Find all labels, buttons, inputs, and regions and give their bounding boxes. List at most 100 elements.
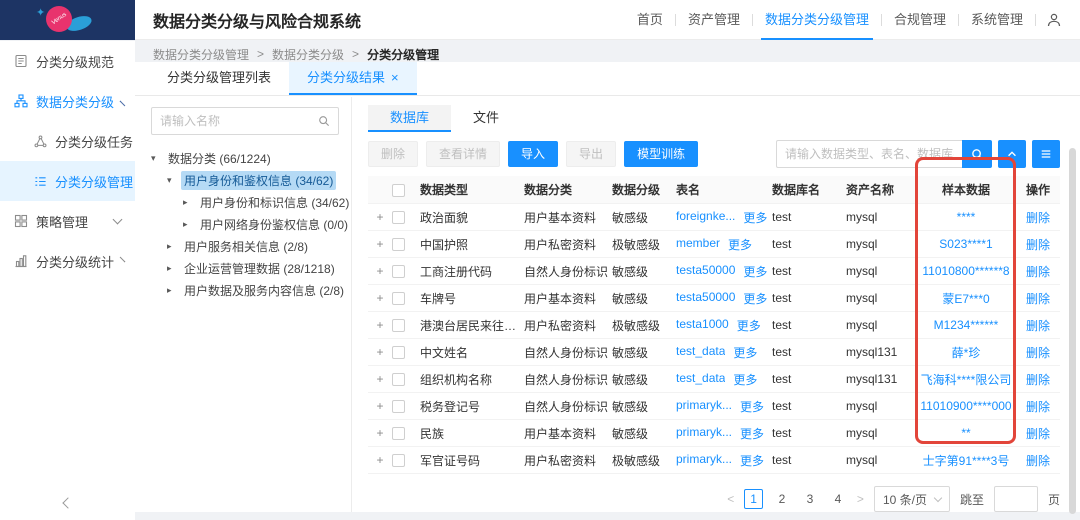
tab-database[interactable]: 数据库 xyxy=(368,105,451,132)
tree-node-selected[interactable]: 用户身份和鉴权信息 (34/62) xyxy=(151,169,339,191)
table-name-link[interactable]: primaryk... xyxy=(676,425,732,442)
expand-row-icon[interactable]: + xyxy=(376,237,383,251)
breadcrumb-item[interactable]: 数据分类分级 xyxy=(272,46,344,63)
table-search-input[interactable] xyxy=(776,140,962,168)
expand-row-icon[interactable]: + xyxy=(376,291,383,305)
more-link[interactable]: 更多 xyxy=(737,317,761,334)
table-name-link[interactable]: member xyxy=(676,236,720,253)
expand-row-icon[interactable]: + xyxy=(376,426,383,440)
user-profile-icon[interactable] xyxy=(1046,12,1062,28)
delete-row-link[interactable]: 删除 xyxy=(1026,400,1050,414)
caret-right-icon[interactable] xyxy=(183,197,197,208)
delete-row-link[interactable]: 删除 xyxy=(1026,265,1050,279)
delete-row-link[interactable]: 删除 xyxy=(1026,319,1050,333)
table-name-link[interactable]: testa1000 xyxy=(676,317,729,334)
nav-data-classification[interactable]: 数据分类分级管理 xyxy=(753,0,881,40)
row-checkbox[interactable] xyxy=(392,211,405,224)
more-link[interactable]: 更多 xyxy=(733,371,757,388)
sample-data-link[interactable]: 士字第91****3号 xyxy=(923,454,1010,468)
tree-node[interactable]: 数据分类 (66/1224) xyxy=(151,147,339,169)
tree-node[interactable]: 用户网络身份鉴权信息 (0/0) xyxy=(151,213,339,235)
tree-search-input[interactable] xyxy=(160,114,318,128)
table-name-link[interactable]: test_data xyxy=(676,344,725,361)
delete-row-link[interactable]: 删除 xyxy=(1026,211,1050,225)
sample-data-link[interactable]: M1234****** xyxy=(934,318,999,332)
page-size-select[interactable]: 10 条/页 xyxy=(874,486,950,512)
nav-compliance-management[interactable]: 合规管理 xyxy=(882,0,958,40)
caret-right-icon[interactable] xyxy=(167,285,181,296)
table-name-link[interactable]: test_data xyxy=(676,371,725,388)
tree-node[interactable]: 用户身份和标识信息 (34/62) xyxy=(151,191,339,213)
expand-row-icon[interactable]: + xyxy=(376,372,383,386)
row-checkbox[interactable] xyxy=(392,238,405,251)
sample-data-link[interactable]: ** xyxy=(961,426,970,440)
sidebar-item-classification-task[interactable]: 分类分级任务 xyxy=(0,121,135,161)
column-settings-button[interactable] xyxy=(1032,140,1060,168)
search-button[interactable] xyxy=(962,140,992,168)
close-tab-icon[interactable]: × xyxy=(391,70,399,85)
page-number-button[interactable]: 3 xyxy=(801,492,819,506)
more-link[interactable]: 更多 xyxy=(733,344,757,361)
table-name-link[interactable]: testa50000 xyxy=(676,263,735,280)
sample-data-link[interactable]: **** xyxy=(957,210,976,224)
more-link[interactable]: 更多 xyxy=(740,452,764,469)
tab-file[interactable]: 文件 xyxy=(451,105,521,132)
table-name-link[interactable]: testa50000 xyxy=(676,290,735,307)
vertical-scrollbar[interactable] xyxy=(1069,148,1076,514)
table-name-link[interactable]: primaryk... xyxy=(676,452,732,469)
collapse-search-button[interactable] xyxy=(998,140,1026,168)
search-icon[interactable] xyxy=(318,115,330,127)
sample-data-link[interactable]: 11010800******8 xyxy=(922,264,1009,278)
more-link[interactable]: 更多 xyxy=(743,209,767,226)
export-button[interactable]: 导出 xyxy=(566,141,616,167)
row-checkbox[interactable] xyxy=(392,454,405,467)
select-all-checkbox[interactable] xyxy=(392,184,405,197)
more-link[interactable]: 更多 xyxy=(728,236,752,253)
expand-row-icon[interactable]: + xyxy=(376,210,383,224)
sidebar-item-data-classification[interactable]: 数据分类分级 xyxy=(0,81,135,121)
delete-row-link[interactable]: 删除 xyxy=(1026,292,1050,306)
sidebar-item-classification-statistics[interactable]: 分类分级统计 xyxy=(0,241,135,281)
sidebar-item-classification-spec[interactable]: 分类分级规范 xyxy=(0,41,135,81)
tree-node[interactable]: 用户数据及服务内容信息 (2/8) xyxy=(151,279,339,301)
sidebar-item-policy-management[interactable]: 策略管理 xyxy=(0,201,135,241)
table-name-link[interactable]: foreignke... xyxy=(676,209,735,226)
delete-row-link[interactable]: 删除 xyxy=(1026,454,1050,468)
more-link[interactable]: 更多 xyxy=(740,425,764,442)
row-checkbox[interactable] xyxy=(392,319,405,332)
nav-home[interactable]: 首页 xyxy=(625,0,675,40)
sample-data-link[interactable]: 蒙E7***0 xyxy=(942,292,989,306)
expand-row-icon[interactable]: + xyxy=(376,345,383,359)
sample-data-link[interactable]: 11010900****000 xyxy=(920,399,1011,413)
sample-data-link[interactable]: 薛*珍 xyxy=(952,346,981,360)
caret-right-icon[interactable] xyxy=(167,241,181,252)
delete-row-link[interactable]: 删除 xyxy=(1026,238,1050,252)
model-train-button[interactable]: 模型训练 xyxy=(624,141,698,167)
tree-node[interactable]: 用户服务相关信息 (2/8) xyxy=(151,235,339,257)
delete-button[interactable]: 删除 xyxy=(368,141,418,167)
nav-asset-management[interactable]: 资产管理 xyxy=(676,0,752,40)
row-checkbox[interactable] xyxy=(392,400,405,413)
caret-right-icon[interactable] xyxy=(167,263,181,274)
row-checkbox[interactable] xyxy=(392,373,405,386)
sidebar-collapse-button[interactable] xyxy=(0,494,135,512)
sample-data-link[interactable]: S023****1 xyxy=(939,237,992,251)
row-checkbox[interactable] xyxy=(392,346,405,359)
nav-system-management[interactable]: 系统管理 xyxy=(959,0,1035,40)
sidebar-item-classification-management[interactable]: 分类分级管理 xyxy=(0,161,135,201)
tab-management-list[interactable]: 分类分级管理列表 xyxy=(149,62,289,95)
page-number-button[interactable]: 1 xyxy=(744,489,763,509)
sample-data-link[interactable]: 飞海科****限公司 xyxy=(921,373,1012,387)
more-link[interactable]: 更多 xyxy=(743,290,767,307)
delete-row-link[interactable]: 删除 xyxy=(1026,427,1050,441)
row-checkbox[interactable] xyxy=(392,265,405,278)
jump-page-input[interactable] xyxy=(994,486,1038,512)
more-link[interactable]: 更多 xyxy=(740,398,764,415)
page-number-button[interactable]: 4 xyxy=(829,492,847,506)
brand-logo[interactable]: ✦ Venus xyxy=(0,0,135,40)
tab-classification-result[interactable]: 分类分级结果× xyxy=(289,62,417,95)
row-checkbox[interactable] xyxy=(392,427,405,440)
prev-page-button[interactable]: < xyxy=(727,492,734,506)
caret-down-icon[interactable] xyxy=(167,175,181,186)
caret-right-icon[interactable] xyxy=(183,219,197,230)
